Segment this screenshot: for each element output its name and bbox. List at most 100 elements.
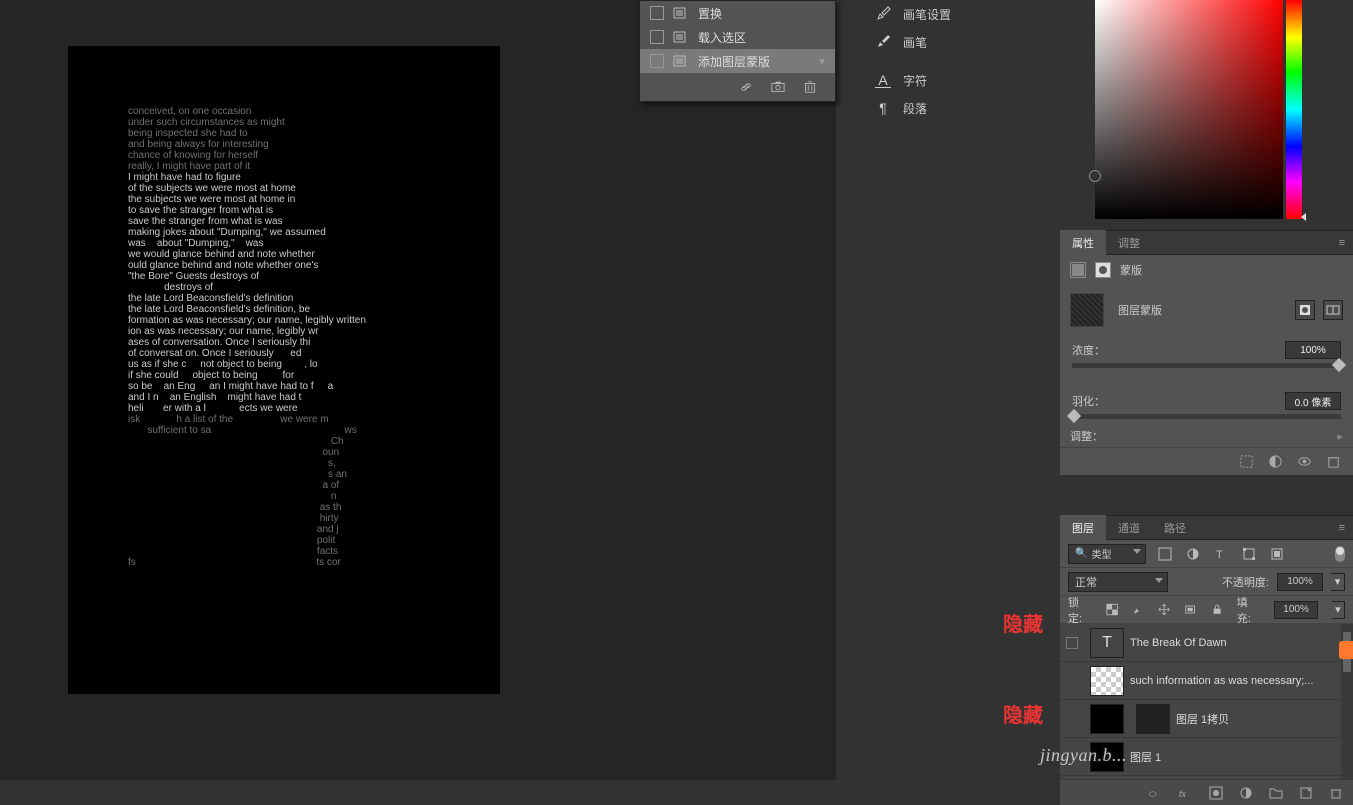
layers-tabs: 图层 通道 路径 ≡ <box>1060 515 1353 540</box>
menu-item-add-layer-mask[interactable]: 添加图层蒙版 ▾ <box>640 49 835 73</box>
svg-text:⬭: ⬭ <box>1149 789 1157 799</box>
camera-icon[interactable] <box>771 80 785 94</box>
layer-row-copy[interactable]: 图层 1拷贝 <box>1060 700 1353 738</box>
opacity-dropdown-icon[interactable]: ▾ <box>1331 573 1345 591</box>
density-slider[interactable] <box>1072 363 1341 368</box>
layers-footer: ⬭ fx <box>1060 779 1353 805</box>
feather-label: 羽化： <box>1072 393 1105 409</box>
document-icon <box>672 6 688 20</box>
lock-position-icon[interactable] <box>1158 603 1170 616</box>
annotation-hide-1: 隐藏 <box>1003 608 1043 637</box>
menu-item-load-selection[interactable]: 载入选区 <box>640 25 835 49</box>
panel-button-brush-settings[interactable]: 画笔设置 <box>855 0 1052 28</box>
mask-info-row: 图层蒙版 <box>1060 285 1353 335</box>
opacity-label: 不透明度: <box>1222 574 1269 590</box>
menu-footer <box>640 73 835 101</box>
filter-type-icon[interactable]: T <box>1214 547 1228 561</box>
density-value[interactable]: 100% <box>1285 341 1341 359</box>
new-adjustment-icon[interactable] <box>1239 786 1253 800</box>
mask-title: 图层蒙版 <box>1118 302 1162 318</box>
density-row: 浓度：100% <box>1060 335 1353 368</box>
blend-mode-dropdown[interactable]: 正常 <box>1068 572 1168 592</box>
hue-slider[interactable] <box>1286 0 1302 219</box>
properties-tabs: 属性 调整 ≡ <box>1060 230 1353 255</box>
lock-all-icon[interactable] <box>1211 603 1223 616</box>
layer-row-text[interactable]: T The Break Of Dawn <box>1060 624 1353 662</box>
lock-pixels-icon[interactable] <box>1132 603 1144 616</box>
feather-value[interactable]: 0.0 像素 <box>1285 392 1341 410</box>
tab-layers[interactable]: 图层 <box>1060 515 1106 540</box>
filter-kind-dropdown[interactable]: 🔍类型 <box>1068 544 1146 564</box>
lock-artboard-icon[interactable] <box>1184 603 1196 616</box>
mask-type-row: 蒙版 <box>1060 255 1353 285</box>
layer-name[interactable]: 图层 1 <box>1130 749 1161 765</box>
filter-pixel-icon[interactable] <box>1158 547 1172 561</box>
opacity-value[interactable]: 100% <box>1277 573 1323 591</box>
layer-row-raster[interactable]: such information as was necessary;... <box>1060 662 1353 700</box>
chevron-down-icon: ▾ <box>809 54 835 68</box>
pixel-mask-icon[interactable] <box>1070 262 1086 278</box>
fx-icon[interactable]: fx <box>1179 786 1193 800</box>
svg-text:fx: fx <box>1179 789 1187 799</box>
layer-thumbnail: T <box>1090 628 1124 658</box>
color-picker-field[interactable] <box>1095 0 1283 219</box>
mask-thumbnail <box>1070 293 1104 327</box>
panel-button-brushes[interactable]: 画笔 <box>855 28 1052 56</box>
feather-slider[interactable] <box>1072 414 1341 419</box>
color-panel <box>1062 0 1353 224</box>
menu-checkbox <box>650 30 664 44</box>
refine-row[interactable]: 调整： ▸ <box>1060 427 1353 445</box>
panel-menu-icon[interactable]: ≡ <box>1339 522 1345 534</box>
svg-text:T: T <box>1216 549 1223 561</box>
menu-item-displace[interactable]: 置换 <box>640 1 835 25</box>
layer-name[interactable]: such information as was necessary;... <box>1130 675 1313 687</box>
trash-icon[interactable] <box>1326 454 1341 469</box>
filter-adjustment-icon[interactable] <box>1186 547 1200 561</box>
add-mask-icon[interactable] <box>1209 786 1223 800</box>
mask-options-button[interactable] <box>1323 300 1343 320</box>
hue-thumb <box>1301 213 1306 221</box>
menu-label: 添加图层蒙版 <box>698 53 809 70</box>
fill-dropdown-icon[interactable]: ▾ <box>1332 601 1345 619</box>
filter-toggle[interactable] <box>1335 546 1345 562</box>
document-icon <box>672 30 688 44</box>
panel-menu-icon[interactable]: ≡ <box>1339 237 1345 249</box>
new-group-icon[interactable] <box>1269 786 1283 800</box>
eye-icon[interactable] <box>1297 454 1312 469</box>
brush-icon <box>875 34 891 50</box>
tab-adjustments[interactable]: 调整 <box>1106 230 1152 255</box>
menu-label: 载入选区 <box>698 29 835 46</box>
tab-channels[interactable]: 通道 <box>1106 515 1152 540</box>
select-mask-button[interactable] <box>1295 300 1315 320</box>
canvas-area[interactable]: conceived, on one occasion under such ci… <box>0 0 836 780</box>
layer-name[interactable]: 图层 1拷贝 <box>1176 711 1229 727</box>
filter-smart-icon[interactable] <box>1270 547 1284 561</box>
filter-shape-icon[interactable] <box>1242 547 1256 561</box>
tab-properties[interactable]: 属性 <box>1060 230 1106 255</box>
annotation-hide-2: 隐藏 <box>1003 699 1043 728</box>
layer-name[interactable]: The Break Of Dawn <box>1130 637 1227 649</box>
layer-thumbnail <box>1090 666 1124 696</box>
new-layer-icon[interactable] <box>1299 786 1313 800</box>
panel-button-character[interactable]: A 字符 <box>855 66 1052 94</box>
panel-button-paragraph[interactable]: ¶段落 <box>855 94 1052 122</box>
fill-value[interactable]: 100% <box>1274 601 1317 619</box>
lock-transparency-icon[interactable] <box>1106 603 1118 616</box>
link-layers-icon[interactable]: ⬭ <box>1149 786 1163 800</box>
trash-icon[interactable] <box>803 80 817 94</box>
side-tab[interactable] <box>1339 641 1353 659</box>
invert-icon[interactable] <box>1268 454 1283 469</box>
trash-icon[interactable] <box>1329 786 1343 800</box>
visibility-toggle[interactable] <box>1060 637 1084 649</box>
vector-mask-icon[interactable] <box>1095 262 1111 278</box>
tab-paths[interactable]: 路径 <box>1152 515 1198 540</box>
panel-label: 字符 <box>903 72 927 89</box>
document-canvas[interactable]: conceived, on one occasion under such ci… <box>68 46 500 694</box>
link-icon[interactable] <box>739 80 753 94</box>
blend-row: 正常 不透明度: 100% ▾ <box>1060 568 1353 596</box>
mask-from-selection-icon[interactable] <box>1239 454 1254 469</box>
character-icon: A <box>875 72 891 88</box>
context-menu: 置换 载入选区 添加图层蒙版 ▾ <box>639 0 836 102</box>
refine-label: 调整： <box>1070 428 1103 444</box>
mask-label: 蒙版 <box>1120 262 1142 278</box>
